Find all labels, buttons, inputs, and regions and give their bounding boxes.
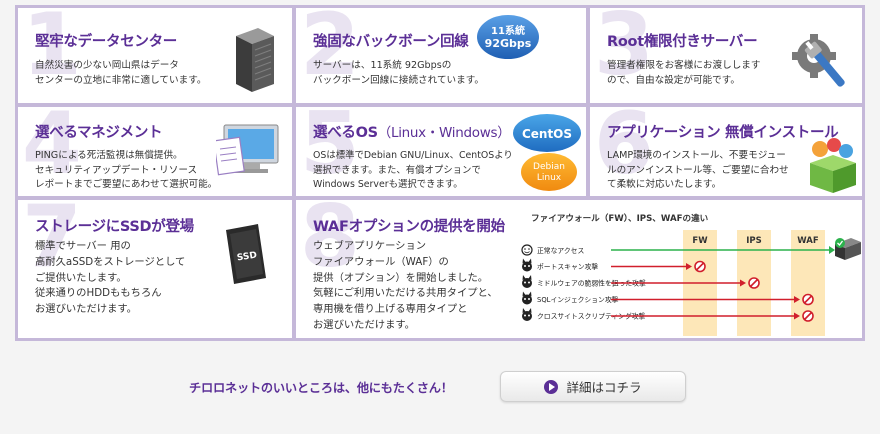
os-badges-icon: CentOS Debian Linux — [513, 114, 581, 191]
feature-cell-datacenter: 1 堅牢なデータセンター 自然災害の少ない岡山県はデータ センターの立地に非常に… — [18, 8, 292, 103]
feature-cell-os: 5 選べるOS（Linux・Windows） OSは標準でDebian GNU/… — [296, 107, 586, 196]
feature-title: 選べるマネジメント — [35, 125, 163, 141]
feature-cell-management: 4 選べるマネジメント PINGによる死活監視は無償提供。 セキュリティアップデ… — [18, 107, 292, 196]
devil-icon — [522, 275, 532, 288]
ssd-drive-icon: SSD — [226, 224, 266, 284]
monitor-document-icon — [216, 124, 279, 176]
row-label: SQLインジェクション攻撃 — [537, 295, 619, 304]
devil-icon — [522, 308, 532, 321]
row-label: 正常なアクセス — [537, 246, 584, 255]
feature-cell-root: 3 Root権限付きサーバー 管理者権限をお客様にお渡しします ので、自由な設定… — [590, 8, 862, 103]
centos-label: CentOS — [522, 127, 572, 141]
bottom-tagline: チロロネットのいいところは、他にもたくさん！ — [189, 381, 453, 395]
package-box-icon — [810, 138, 856, 193]
server-icon — [835, 238, 861, 260]
server-tower-icon — [236, 28, 274, 92]
feature-title: WAFオプションの提供を開始 — [313, 219, 505, 235]
debian-label: Debian — [533, 162, 565, 172]
feature-title: 選べるOS（Linux・Windows） — [313, 121, 511, 142]
feature-cell-apps: 6 アプリケーション 無償インストール LAMP環境のインストール、不要モジュー… — [590, 107, 862, 196]
feature-title: Root権限付きサーバー — [607, 34, 758, 50]
feature-cell-ssd: 7 ストレージにSSDが登場 標準でサーバー 用の 高耐久aSSDをストレージと… — [18, 200, 292, 338]
waf-diagram-title: ファイアウォール（FW）、IPS、WAFの違い — [531, 214, 709, 224]
feature-title: アプリケーション 無償インストール — [607, 125, 839, 141]
feature-title-main: 選べるOS — [313, 125, 378, 141]
feature-description: 自然災害の少ない岡山県はデータ センターの立地に非常に適しています。 — [35, 60, 207, 86]
badge-line-2: 92Gbps — [485, 37, 532, 50]
feature-title: 堅牢なデータセンター — [35, 34, 177, 50]
feature-description: 管理者権限をお客様にお渡しします ので、自由な設定が可能です。 — [607, 60, 761, 86]
feature-description: ウェブアプリケーション ファイアウォール（WAF）の 提供（オプション）を開始し… — [313, 240, 498, 331]
devil-icon — [522, 258, 532, 272]
feature-description: 標準でサーバー 用の 高耐久aSSDをストレージとして ご提供いたします。 従来… — [35, 240, 186, 316]
feature-cell-waf: 8 WAFオプションの提供を開始 ウェブアプリケーション ファイアウォール（WA… — [296, 200, 862, 338]
feature-cell-backbone: 2 強固なバックボーン回線 サーバーは、11系統 92Gbpsの バックボーン回… — [296, 8, 586, 103]
details-button[interactable]: 詳細はコチラ — [500, 371, 686, 402]
feature-description: LAMP環境のインストール、不要モジュー ルのアンインストール等、ご要望に合わせ… — [607, 150, 789, 190]
gear-wrench-icon — [792, 34, 845, 87]
devil-icon — [522, 291, 532, 305]
feature-title: ストレージにSSDが登場 — [35, 219, 194, 235]
details-button-label: 詳細はコチラ — [566, 380, 642, 395]
feature-title: 強固なバックボーン回線 — [313, 34, 469, 50]
row-label: ポートスキャン攻撃 — [537, 262, 598, 271]
play-icon — [544, 379, 559, 394]
feature-title-sub: （Linux・Windows） — [377, 125, 511, 141]
column-ips: IPS — [746, 236, 762, 246]
feature-description: サーバーは、11系統 92Gbpsの バックボーン回線に接続されています。 — [313, 60, 484, 86]
waf-diagram: FW IPS WAF 正常なアクセス ポートスキャン攻撃ミドルウェアの脆弱性を狙… — [521, 230, 861, 336]
feature-grid: 1 堅牢なデータセンター 自然災害の少ない岡山県はデータ センターの立地に非常に… — [15, 5, 865, 341]
column-waf: WAF — [797, 236, 819, 246]
column-fw: FW — [692, 236, 708, 246]
linux-label: Linux — [537, 173, 562, 183]
bandwidth-badge-icon: 11系統 92Gbps — [477, 15, 539, 59]
smile-icon — [521, 244, 533, 256]
feature-description: OSは標準でDebian GNU/Linux、CentOSより 選択できます。ま… — [313, 150, 513, 190]
badge-line-1: 11系統 — [491, 24, 525, 37]
feature-description: PINGによる死活監視は無償提供。 セキュリティアップデート・リソース レポート… — [35, 150, 218, 190]
